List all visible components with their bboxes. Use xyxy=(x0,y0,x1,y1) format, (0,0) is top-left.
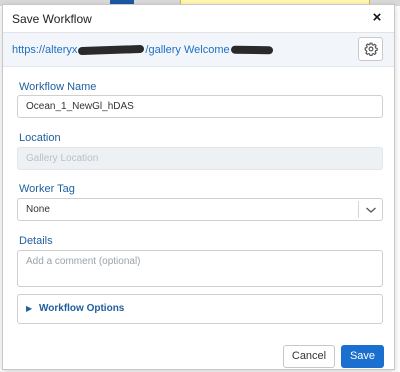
settings-button[interactable] xyxy=(358,37,383,61)
worker-tag-label: Worker Tag xyxy=(19,183,75,195)
dialog-title: Save Workflow xyxy=(12,12,92,26)
worker-tag-value: None xyxy=(26,204,50,215)
workflow-options-toggle[interactable]: ▶ Workflow Options xyxy=(17,294,383,324)
gallery-url[interactable]: https://alteryx/gallery Welcome xyxy=(12,44,274,56)
details-label: Details xyxy=(19,235,53,247)
location-input xyxy=(17,147,383,170)
redacted-text xyxy=(78,44,145,56)
close-icon[interactable]: × xyxy=(370,10,384,26)
workflow-name-input[interactable] xyxy=(17,95,383,118)
location-label: Location xyxy=(19,132,61,144)
worker-tag-select[interactable]: None xyxy=(17,198,383,221)
workflow-options-label: Workflow Options xyxy=(39,303,125,314)
redacted-text xyxy=(230,45,273,55)
details-textarea[interactable] xyxy=(17,250,383,287)
gear-icon xyxy=(364,42,378,56)
url-prefix: https://alteryx xyxy=(12,44,78,56)
workflow-name-label: Workflow Name xyxy=(19,81,97,93)
caret-right-icon: ▶ xyxy=(26,304,33,313)
save-workflow-dialog: Save Workflow × https://alteryx/gallery … xyxy=(2,4,395,370)
chevron-down-icon[interactable] xyxy=(365,205,377,215)
gallery-url-bar: https://alteryx/gallery Welcome xyxy=(3,33,394,67)
welcome-text: Welcome xyxy=(183,44,230,56)
url-path: /gallery xyxy=(145,44,181,56)
dialog-titlebar: Save Workflow × xyxy=(3,5,394,33)
save-button[interactable]: Save xyxy=(341,345,384,368)
select-divider xyxy=(358,201,359,218)
cancel-button[interactable]: Cancel xyxy=(283,345,335,368)
